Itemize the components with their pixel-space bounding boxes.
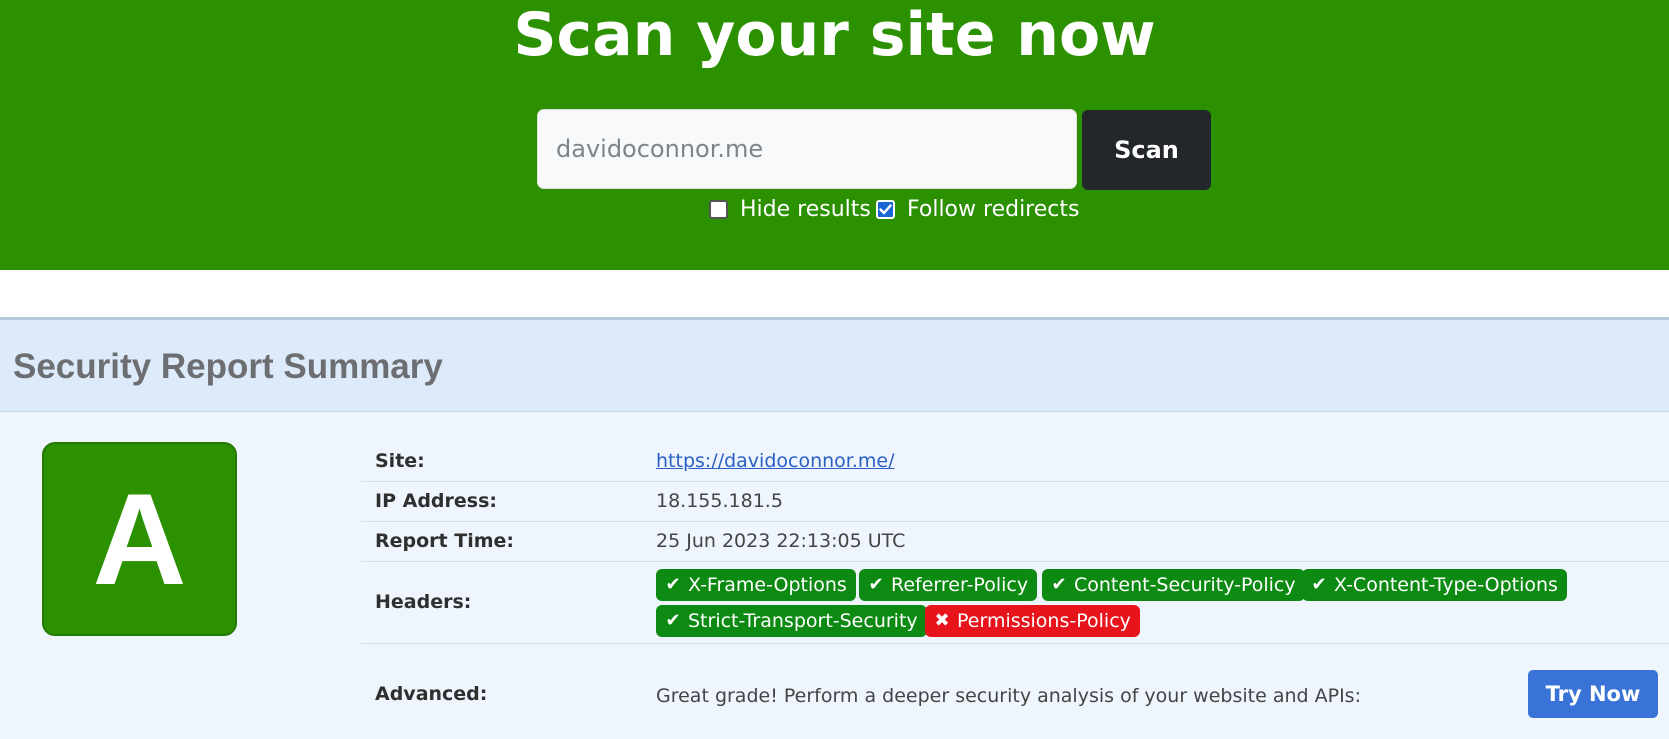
- hide-results-label: Hide results: [740, 196, 871, 222]
- site-url-input[interactable]: [537, 109, 1077, 189]
- summary-header: Security Report Summary: [0, 317, 1669, 412]
- try-now-button[interactable]: Try Now: [1528, 670, 1658, 718]
- header-pill: ✔ Referrer-Policy: [859, 569, 1038, 601]
- header-pill: ✔ X-Frame-Options: [656, 569, 856, 601]
- scan-hero: Scan your site now Scan Hide results Fol…: [0, 0, 1669, 270]
- header-pill: ✔ Strict-Transport-Security: [656, 605, 927, 637]
- header-name: Content-Security-Policy: [1074, 574, 1296, 596]
- row-divider: [361, 521, 1669, 522]
- headers-label: Headers:: [375, 591, 472, 613]
- hero-title: Scan your site now: [513, 0, 1156, 70]
- follow-redirects-label: Follow redirects: [907, 196, 1080, 222]
- header-name: Permissions-Policy: [957, 610, 1131, 632]
- header-pill: ✔ X-Content-Type-Options: [1302, 569, 1567, 601]
- header-name: X-Content-Type-Options: [1334, 574, 1558, 596]
- header-name: Referrer-Policy: [891, 574, 1029, 596]
- site-value: https://davidoconnor.me/: [656, 450, 895, 472]
- row-divider: [361, 643, 1669, 644]
- follow-redirects-checkbox[interactable]: [876, 199, 895, 219]
- scan-button[interactable]: Scan: [1082, 110, 1211, 190]
- grade-badge: A: [42, 442, 237, 636]
- header-name: X-Frame-Options: [688, 574, 847, 596]
- summary-title: Security Report Summary: [13, 347, 443, 386]
- ip-value: 18.155.181.5: [656, 490, 783, 512]
- advanced-text: Great grade! Perform a deeper security a…: [656, 685, 1361, 707]
- cross-icon: ✖: [934, 610, 950, 631]
- site-label: Site:: [375, 450, 425, 472]
- header-name: Strict-Transport-Security: [688, 610, 918, 632]
- ip-label: IP Address:: [375, 490, 497, 512]
- row-divider: [361, 561, 1669, 562]
- report-time-value: 25 Jun 2023 22:13:05 UTC: [656, 530, 906, 552]
- check-icon: ✔: [1311, 574, 1327, 595]
- report-time-label: Report Time:: [375, 530, 514, 552]
- check-icon: ✔: [1051, 574, 1067, 595]
- row-divider: [361, 481, 1669, 482]
- check-icon: ✔: [868, 574, 884, 595]
- hide-results-checkbox[interactable]: [709, 199, 728, 219]
- check-icon: ✔: [665, 574, 681, 595]
- advanced-label: Advanced:: [375, 683, 488, 705]
- check-icon: ✔: [665, 610, 681, 631]
- header-pill: ✖ Permissions-Policy: [925, 605, 1140, 637]
- site-link[interactable]: https://davidoconnor.me/: [656, 450, 895, 472]
- hide-results-option[interactable]: Hide results: [709, 196, 871, 222]
- follow-redirects-option[interactable]: Follow redirects: [876, 196, 1079, 222]
- header-pill: ✔ Content-Security-Policy: [1042, 569, 1305, 601]
- checkmark-icon: [879, 203, 892, 214]
